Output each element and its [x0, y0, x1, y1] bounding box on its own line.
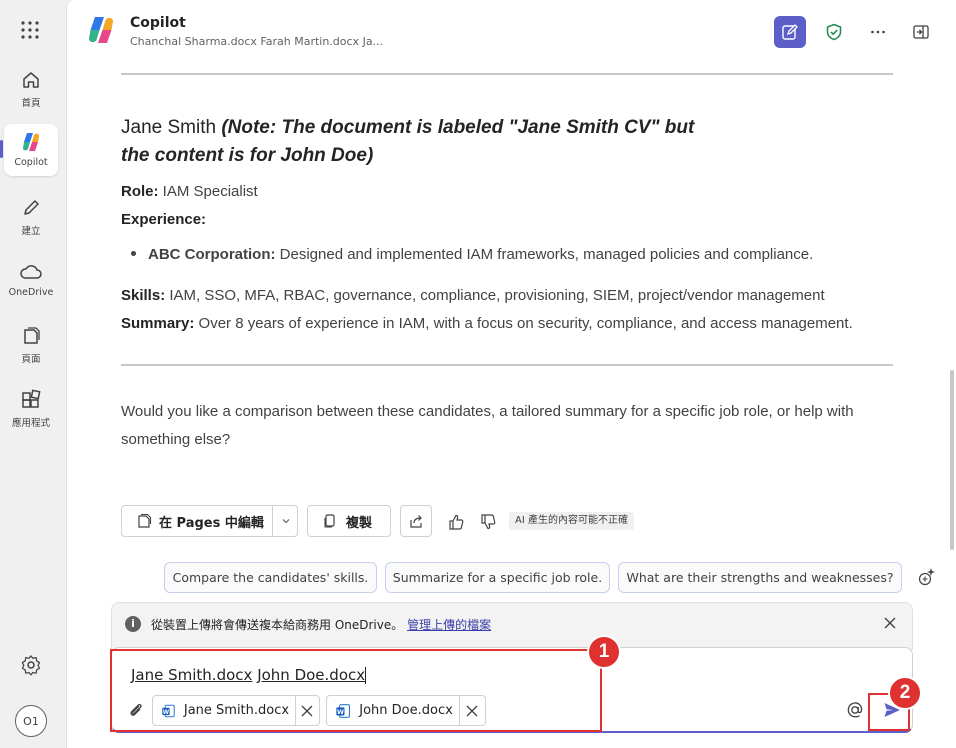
more-icon — [871, 30, 885, 34]
rail-label: 應用程式 — [11, 418, 50, 429]
mention-at-icon[interactable] — [845, 700, 865, 720]
suggestion-chip[interactable]: Summarize for a specific job role. — [385, 562, 610, 593]
pages-icon — [19, 324, 43, 348]
attached-files-subtitle: Chanchal Sharma.docx Farah Martin.docx J… — [130, 35, 384, 48]
sign-out-icon — [913, 25, 929, 39]
bullet-dot — [131, 250, 136, 256]
candidate-name: Jane Smith — [121, 117, 217, 138]
summary-label: Summary: — [121, 315, 195, 332]
annotation-badge-2: 2 — [888, 676, 922, 710]
rail-item-home[interactable]: 首頁 — [4, 62, 58, 114]
suggestion-chip[interactable]: What are their strengths and weaknesses? — [618, 562, 902, 593]
role-value: IAM Specialist — [162, 183, 258, 200]
apps-icon — [19, 388, 43, 412]
rail-item-apps[interactable]: 應用程式 — [4, 382, 58, 434]
copilot-logo-icon — [89, 17, 113, 43]
suggestion-chip[interactable]: Compare the candidates' skills. — [164, 562, 377, 593]
skills-label: Skills: — [121, 287, 166, 304]
copy-button[interactable]: 複製 — [307, 505, 391, 537]
rail-item-onedrive[interactable]: OneDrive — [4, 254, 58, 306]
shield-check-icon — [826, 23, 842, 41]
rail-label: 頁面 — [21, 354, 41, 365]
rail-item-create[interactable]: 建立 — [4, 190, 58, 242]
rail-label: 首頁 — [21, 98, 41, 109]
rail-label: OneDrive — [8, 287, 54, 298]
close-icon[interactable] — [882, 615, 898, 631]
share-icon — [410, 515, 422, 528]
home-icon — [19, 68, 43, 92]
thumbs-down-icon[interactable] — [477, 511, 499, 533]
upload-notice-bar: i 從裝置上傳將會傳送複本給商務用 OneDrive。 管理上傳的檔案 — [111, 602, 913, 650]
new-chat-button[interactable] — [774, 16, 806, 48]
exit-panel-button[interactable] — [905, 16, 937, 48]
followup-question: Would you like a comparison between thes… — [121, 403, 854, 448]
copilot-panel: Copilot Chanchal Sharma.docx Farah Marti… — [66, 0, 956, 748]
edit-in-pages-button[interactable]: 在 Pages 中編輯 — [121, 505, 298, 537]
split-divider — [272, 506, 273, 536]
rail-item-pages[interactable]: 頁面 — [4, 318, 58, 370]
settings-gear-icon[interactable] — [20, 654, 42, 676]
role-line: Role: IAM Specialist — [121, 183, 258, 200]
app-launcher-icon[interactable] — [20, 20, 40, 40]
page-title: Copilot — [130, 15, 186, 31]
pages-icon — [138, 513, 152, 528]
edit-in-pages-label: 在 Pages 中編輯 — [159, 515, 264, 531]
rail-label: 建立 — [21, 226, 41, 237]
divider — [121, 364, 893, 366]
chevron-down-icon[interactable] — [281, 516, 291, 526]
annotation-box-1 — [110, 649, 602, 732]
copy-icon — [324, 514, 335, 528]
role-label: Role: — [121, 183, 159, 200]
header: Copilot Chanchal Sharma.docx Farah Marti… — [67, 0, 956, 56]
manage-uploads-link[interactable]: 管理上傳的檔案 — [407, 618, 491, 632]
copilot-icon — [19, 130, 43, 154]
active-indicator — [0, 140, 3, 158]
notice-message: 從裝置上傳將會傳送複本給商務用 OneDrive。 — [151, 618, 404, 632]
ai-disclaimer-badge: AI 產生的內容可能不正確 — [509, 512, 634, 530]
divider — [121, 73, 893, 75]
avatar[interactable]: O1 — [15, 705, 47, 737]
share-button[interactable] — [400, 505, 432, 537]
experience-label: Experience: — [121, 211, 207, 228]
summary-value: Over 8 years of experience in IAM, with … — [198, 315, 853, 332]
annotation-badge-1: 1 — [587, 635, 621, 669]
summary-line: Summary: Over 8 years of experience in I… — [121, 315, 853, 332]
scrollbar-thumb[interactable] — [950, 370, 954, 550]
skills-line: Skills: IAM, SSO, MFA, RBAC, governance,… — [121, 287, 825, 304]
rail-item-copilot[interactable]: Copilot — [4, 124, 58, 176]
compose-icon — [782, 24, 798, 40]
list-item: ABC Corporation: Designed and implemente… — [131, 246, 813, 263]
cloud-icon — [19, 260, 43, 284]
company-description: Designed and implemented IAM frameworks,… — [279, 246, 814, 263]
left-rail: 首頁 Copilot 建立 OneDrive 頁面 應用程式 O1 — [0, 0, 64, 748]
sparkle-prompts-icon[interactable] — [915, 566, 937, 588]
upload-notice-text: 從裝置上傳將會傳送複本給商務用 OneDrive。 管理上傳的檔案 — [151, 616, 491, 633]
protected-shield-button[interactable] — [818, 16, 850, 48]
rail-label: Copilot — [14, 157, 48, 168]
experience-line: Experience: — [121, 211, 206, 228]
more-options-button[interactable] — [862, 16, 894, 48]
thumbs-up-icon[interactable] — [445, 511, 467, 533]
info-icon: i — [125, 616, 141, 632]
candidate-heading: Jane Smith (Note: The document is labele… — [121, 114, 721, 170]
copy-label: 複製 — [346, 515, 373, 531]
pen-icon — [19, 196, 43, 220]
company-label: ABC Corporation: — [148, 246, 276, 263]
skills-value: IAM, SSO, MFA, RBAC, governance, complia… — [169, 287, 825, 304]
